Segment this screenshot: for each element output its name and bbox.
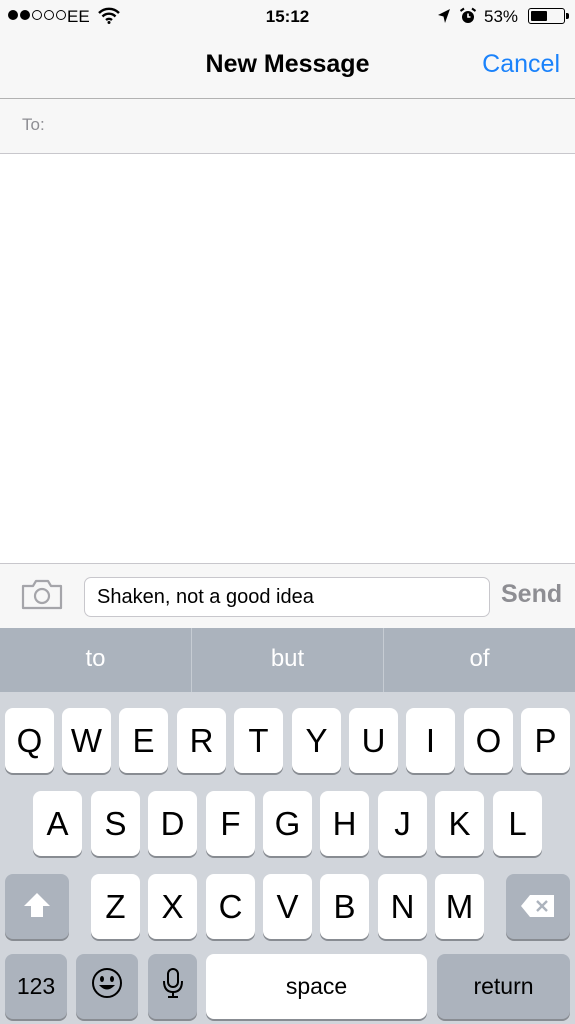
key-f[interactable]: F [206,791,255,856]
cancel-button[interactable]: Cancel [482,50,560,79]
backspace-icon [520,888,556,926]
key-z[interactable]: Z [91,874,140,939]
key-b[interactable]: B [320,874,369,939]
key-h[interactable]: H [320,791,369,856]
prediction-suggestion[interactable]: of [383,628,575,692]
key-y[interactable]: Y [292,708,341,773]
key-label: R [189,721,214,759]
backspace-key[interactable] [506,874,570,939]
key-label: Y [305,721,328,759]
key-label: H [332,804,357,842]
key-label: D [160,804,185,842]
key-w[interactable]: W [62,708,111,773]
key-q[interactable]: Q [5,708,54,773]
status-bar: EE 15:12 53% [0,0,575,33]
to-label: To: [22,115,45,134]
key-a[interactable]: A [33,791,82,856]
recipient-field[interactable]: To: [0,99,575,154]
location-arrow-icon [437,8,451,29]
key-v[interactable]: V [263,874,312,939]
key-j[interactable]: J [378,791,427,856]
key-label: L [508,804,527,842]
key-u[interactable]: U [349,708,398,773]
key-label: A [46,804,69,842]
key-c[interactable]: C [206,874,255,939]
key-label: J [394,804,411,842]
prediction-suggestion[interactable]: but [191,628,383,692]
battery-icon [528,8,569,24]
key-label: K [448,804,471,842]
message-input[interactable]: Shaken, not a good idea [84,577,490,617]
numbers-key[interactable]: 123 [5,954,67,1019]
key-l[interactable]: L [493,791,542,856]
key-label: B [333,887,356,925]
navigation-bar: New Message Cancel [0,33,575,99]
key-label: V [276,887,299,925]
keyboard: Q W E R T Y U I O P A S D F G H J K L Z … [0,692,575,1024]
alarm-clock-icon [459,7,477,30]
key-label: O [475,721,502,759]
emoji-smiley-icon [91,967,123,1007]
conversation-area [0,154,575,563]
key-label: Q [16,721,43,759]
key-label: P [534,721,557,759]
key-label: 123 [16,973,56,999]
key-r[interactable]: R [177,708,226,773]
camera-icon[interactable] [21,578,63,615]
prediction-suggestion[interactable]: to [0,628,191,692]
dictation-key[interactable] [148,954,197,1019]
space-key[interactable]: space [206,954,427,1019]
key-d[interactable]: D [148,791,197,856]
key-o[interactable]: O [464,708,513,773]
key-m[interactable]: M [435,874,484,939]
predictive-text-bar: to but of [0,628,575,692]
key-label: M [445,887,474,925]
battery-percentage: 53% [484,7,519,26]
key-label: N [390,887,415,925]
compose-bar: Shaken, not a good idea Send [0,563,575,628]
key-label: E [132,721,155,759]
key-p[interactable]: P [521,708,570,773]
return-key[interactable]: return [437,954,570,1019]
key-i[interactable]: I [406,708,455,773]
key-label: I [425,721,436,759]
key-e[interactable]: E [119,708,168,773]
key-n[interactable]: N [378,874,427,939]
key-label: S [104,804,127,842]
emoji-key[interactable] [76,954,138,1019]
key-label: X [161,887,184,925]
key-t[interactable]: T [234,708,283,773]
recipient-input[interactable] [60,107,560,145]
key-label: Z [105,887,126,925]
microphone-icon [162,967,184,1007]
key-k[interactable]: K [435,791,484,856]
key-label: return [473,973,534,999]
key-label: F [220,804,241,842]
key-label: U [361,721,386,759]
key-label: space [285,973,348,999]
key-label: C [218,887,243,925]
key-g[interactable]: G [263,791,312,856]
key-x[interactable]: X [148,874,197,939]
shift-key[interactable] [5,874,69,939]
key-label: W [70,721,103,759]
key-label: G [274,804,301,842]
key-s[interactable]: S [91,791,140,856]
key-label: T [248,721,269,759]
send-button[interactable]: Send [501,580,562,609]
shift-arrow-icon [22,888,52,926]
